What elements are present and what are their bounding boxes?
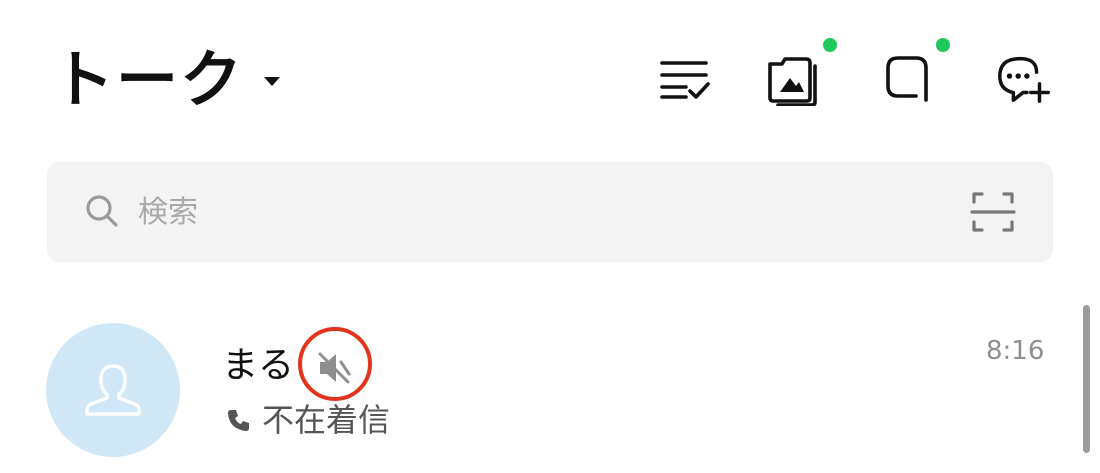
openchat-icon — [886, 56, 928, 102]
chat-preview-text: 不在着信 — [262, 401, 391, 439]
album-badge-dot — [823, 38, 837, 52]
edit-list-icon — [660, 61, 710, 99]
openchat-badge-dot — [936, 38, 950, 52]
edit-list-button[interactable] — [654, 48, 714, 108]
scrollbar[interactable] — [1083, 305, 1090, 453]
album-button[interactable] — [764, 48, 824, 108]
page-title: トーク — [52, 43, 245, 116]
openchat-button[interactable] — [878, 48, 938, 108]
search-input[interactable] — [138, 186, 918, 238]
scan-qr-icon[interactable] — [970, 190, 1016, 234]
chat-category-dropdown[interactable]: トーク — [52, 40, 281, 120]
chat-name: まる — [222, 345, 295, 386]
new-chat-button[interactable] — [994, 48, 1054, 108]
phone-icon — [228, 410, 249, 431]
chat-time: 8:16 — [986, 336, 1045, 366]
chat-preview: 不在着信 — [226, 396, 390, 444]
caret-down-icon — [264, 76, 281, 86]
avatar[interactable] — [46, 323, 180, 457]
search-icon — [86, 195, 118, 227]
person-icon — [85, 364, 141, 416]
header: トーク — [0, 0, 1100, 150]
highlight-ring — [298, 327, 372, 401]
new-chat-icon — [998, 56, 1050, 103]
album-icon — [768, 57, 817, 106]
